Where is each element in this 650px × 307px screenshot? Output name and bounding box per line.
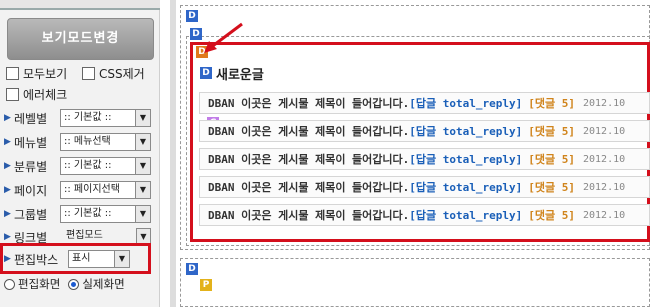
post-comment-count: [댓글 5] xyxy=(528,209,575,222)
post-comment-count: [댓글 5] xyxy=(528,125,575,138)
post-date: 2012.10 xyxy=(583,97,626,109)
post-row[interactable]: DBAN 이곳은 게시물 제목이 들어갑니다. [답글 total_reply]… xyxy=(199,148,650,170)
css-remove-check[interactable]: CSS제거 xyxy=(82,64,145,82)
real-view-radio[interactable] xyxy=(68,278,80,290)
view-radio-group: 편집화면 실제화면 xyxy=(4,276,125,292)
post-row[interactable]: DBAN 이곳은 게시물 제목이 들어갑니다. [답글 total_reply]… xyxy=(199,92,650,114)
option-row-group: ▶ 그룹별 :: 기본값 :: ▼ xyxy=(4,203,154,225)
option-name: 그룹별 xyxy=(14,207,48,222)
select-value: :: 메뉴선택 xyxy=(64,136,111,147)
post-title[interactable]: DBAN 이곳은 게시물 제목이 들어갑니다. xyxy=(208,151,409,167)
error-check-label: 에러체크 xyxy=(23,87,68,102)
option-name: 메뉴별 xyxy=(14,135,48,150)
post-title[interactable]: DBAN 이곳은 게시물 제목이 들어갑니다. xyxy=(208,95,409,111)
post-date: 2012.10 xyxy=(583,153,626,165)
p-badge-icon[interactable]: P xyxy=(200,279,212,291)
edit-box-highlight xyxy=(0,243,151,274)
bullet-arrow-icon: ▶ xyxy=(4,232,11,242)
chevron-down-icon[interactable]: ▼ xyxy=(135,182,150,198)
error-check[interactable]: 에러체크 xyxy=(6,85,67,103)
option-row-menu: ▶ 메뉴별 :: 메뉴선택 ▼ xyxy=(4,131,154,153)
option-name: 레벨별 xyxy=(14,111,48,126)
post-row[interactable]: DBAN 이곳은 게시물 제목이 들어갑니다. [답글 total_reply]… xyxy=(199,176,650,198)
post-date: 2012.10 xyxy=(583,209,626,221)
view-mode-change-button[interactable]: 보기모드변경 xyxy=(7,18,154,60)
menu-select[interactable]: :: 메뉴선택 ▼ xyxy=(60,133,151,151)
option-row-category: ▶ 분류별 :: 기본값 :: ▼ xyxy=(4,155,154,177)
post-row[interactable]: DBAN 이곳은 게시물 제목이 들어갑니다. [답글 total_reply]… xyxy=(199,120,650,142)
chevron-down-icon[interactable]: ▼ xyxy=(135,134,150,150)
post-title[interactable]: DBAN 이곳은 게시물 제목이 들어갑니다. xyxy=(208,207,409,223)
category-select[interactable]: :: 기본값 :: ▼ xyxy=(60,157,151,175)
select-value: :: 페이지선택 xyxy=(64,184,120,195)
section-title: 새로운글 xyxy=(216,68,264,83)
edit-view-label: 편집화면 xyxy=(18,277,61,291)
select-value: :: 기본값 :: xyxy=(64,112,112,123)
post-reply[interactable]: [답글 total_reply] xyxy=(409,179,522,195)
select-value: 편집모드 xyxy=(66,230,103,241)
bullet-arrow-icon: ▶ xyxy=(4,137,11,147)
real-view-label: 실제화면 xyxy=(82,277,125,291)
chevron-down-icon[interactable]: ▼ xyxy=(136,228,151,244)
layout-divider xyxy=(170,0,176,307)
chevron-down-icon[interactable]: ▼ xyxy=(135,206,150,222)
d-badge-icon[interactable]: D xyxy=(186,10,198,22)
option-row-level: ▶ 레벨별 :: 기본값 :: ▼ xyxy=(4,107,154,129)
chevron-down-icon[interactable]: ▼ xyxy=(135,158,150,174)
checkbox-icon[interactable] xyxy=(82,66,95,80)
group-select[interactable]: :: 기본값 :: ▼ xyxy=(60,205,151,223)
d-badge-icon[interactable]: D xyxy=(186,263,198,275)
post-comment-count: [댓글 5] xyxy=(528,153,575,166)
post-comment-count: [댓글 5] xyxy=(528,97,575,110)
sidebar: 보기모드변경 모두보기 CSS제거 에러체크 ▶ 레벨별 :: 기본값 :: ▼… xyxy=(0,0,160,307)
select-value: :: 기본값 :: xyxy=(64,208,112,219)
chevron-down-icon[interactable]: ▼ xyxy=(135,110,150,126)
post-date: 2012.10 xyxy=(583,125,626,137)
bullet-arrow-icon: ▶ xyxy=(4,161,11,171)
level-select[interactable]: :: 기본값 :: ▼ xyxy=(60,109,151,127)
bullet-arrow-icon: ▶ xyxy=(4,209,11,219)
post-title[interactable]: DBAN 이곳은 게시물 제목이 들어갑니다. xyxy=(208,123,409,139)
show-all-label: 모두보기 xyxy=(23,66,68,81)
checkbox-icon[interactable] xyxy=(6,66,19,80)
post-comment-count: [댓글 5] xyxy=(528,181,575,194)
page-select[interactable]: :: 페이지선택 ▼ xyxy=(60,181,151,199)
checkbox-icon[interactable] xyxy=(6,87,19,101)
post-reply[interactable]: [답글 total_reply] xyxy=(409,95,522,111)
bullet-arrow-icon: ▶ xyxy=(4,113,11,123)
post-date: 2012.10 xyxy=(583,181,626,193)
post-reply[interactable]: [답글 total_reply] xyxy=(409,207,522,223)
show-all-check[interactable]: 모두보기 xyxy=(6,64,67,82)
option-name: 분류별 xyxy=(14,159,48,174)
edit-view-radio[interactable] xyxy=(4,278,15,290)
sidebar-top-bar xyxy=(0,0,160,10)
post-title[interactable]: DBAN 이곳은 게시물 제목이 들어갑니다. xyxy=(208,179,409,195)
post-reply[interactable]: [답글 total_reply] xyxy=(409,123,522,139)
post-reply[interactable]: [답글 total_reply] xyxy=(409,151,522,167)
option-name: 페이지 xyxy=(14,183,48,198)
post-row[interactable]: DBAN 이곳은 게시물 제목이 들어갑니다. [답글 total_reply]… xyxy=(199,204,650,226)
css-remove-label: CSS제거 xyxy=(99,66,145,81)
option-row-page: ▶ 페이지 :: 페이지선택 ▼ xyxy=(4,179,154,201)
bullet-arrow-icon: ▶ xyxy=(4,185,11,195)
select-value: :: 기본값 :: xyxy=(64,160,112,171)
lower-dashed-container xyxy=(180,258,650,307)
